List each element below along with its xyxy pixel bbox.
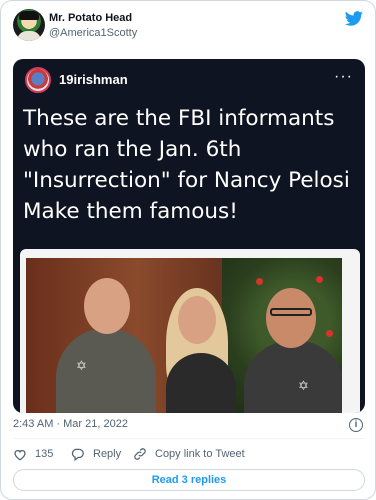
- reply-label: Reply: [93, 448, 122, 460]
- tweet-media-image[interactable]: 19irishman ··· These are the FBI informa…: [13, 59, 365, 413]
- tweet-card: Mr. Potato Head @America1Scotty 19irishm…: [0, 0, 376, 500]
- read-replies-button[interactable]: Read 3 replies: [13, 469, 365, 491]
- reply-button[interactable]: Reply: [71, 445, 121, 463]
- caption-line: "Insurrection" for Nancy Pelosi: [23, 168, 350, 193]
- heart-icon: [14, 449, 26, 461]
- instagram-avatar: [25, 67, 51, 93]
- author-display-name[interactable]: Mr. Potato Head: [49, 12, 132, 24]
- like-count: 135: [35, 448, 54, 460]
- user-avatar[interactable]: [13, 9, 45, 41]
- star-icon: ✡: [298, 378, 309, 393]
- ellipsis-icon: ···: [334, 68, 353, 85]
- star-icon: ✡: [76, 358, 87, 373]
- author-handle[interactable]: @America1Scotty: [49, 27, 137, 39]
- caption-line: These are the FBI informants: [23, 106, 335, 131]
- group-photo: ✡ ✡: [26, 258, 342, 413]
- media-caption: These are the FBI informants who ran the…: [23, 103, 361, 227]
- reply-icon: [71, 448, 84, 461]
- caption-line: who ran the Jan. 6th: [23, 137, 242, 162]
- instagram-username: 19irishman: [59, 72, 128, 87]
- tweet-timestamp[interactable]: 2:43 AM · Mar 21, 2022: [13, 418, 128, 430]
- twitter-bird-icon[interactable]: [345, 11, 363, 26]
- person-left: [56, 328, 156, 413]
- like-button[interactable]: 135: [13, 445, 53, 463]
- tweet-actions: 135 Reply Copy link to Tweet: [13, 445, 365, 463]
- divider: [13, 438, 365, 439]
- copy-link-label: Copy link to Tweet: [155, 448, 245, 460]
- tweet-header: Mr. Potato Head @America1Scotty: [13, 9, 365, 43]
- link-icon: [134, 448, 146, 460]
- info-icon[interactable]: i: [349, 418, 363, 432]
- copy-link-button[interactable]: Copy link to Tweet: [133, 445, 245, 463]
- caption-line: Make them famous!: [23, 199, 238, 224]
